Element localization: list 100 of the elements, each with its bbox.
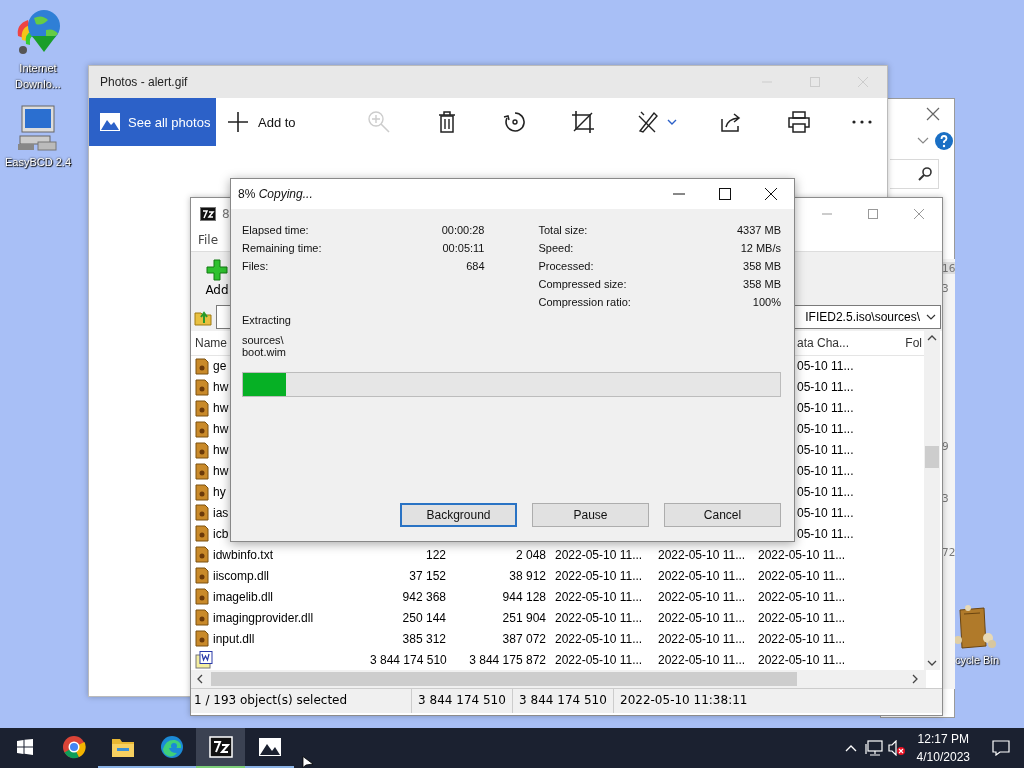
- table-cell-text: 2022-05-10 11...: [554, 547, 644, 562]
- plus-icon: [228, 112, 248, 132]
- file-name: boot.wim: [242, 346, 288, 358]
- table-cell-text: 38 912: [508, 568, 547, 583]
- file-name[interactable]: hw: [213, 380, 229, 395]
- maximize-icon[interactable]: [718, 187, 732, 201]
- window-title: 8: [222, 206, 231, 221]
- recycle-bin-icon[interactable]: [952, 604, 996, 650]
- list-text: 72: [942, 546, 956, 558]
- dialog-button[interactable]: Cancel: [664, 503, 781, 527]
- chevron-up-icon[interactable]: [845, 744, 858, 752]
- file-name[interactable]: imagelib.dll: [213, 589, 274, 604]
- stat-label: Compression ratio:: [538, 296, 632, 308]
- table-cell-text: 05-10 11...: [796, 505, 855, 520]
- stat-label: Remaining time:: [242, 242, 323, 254]
- archive-app-icon: [208, 736, 233, 758]
- chevron-down-icon: [926, 314, 936, 320]
- file-name[interactable]: hw: [213, 422, 229, 437]
- image-icon: [257, 737, 282, 757]
- search-field[interactable]: [890, 159, 939, 189]
- table-cell-text: 2022-05-10 11...: [554, 589, 644, 604]
- table-cell-text: 942 368: [401, 589, 447, 604]
- file-name[interactable]: hy: [213, 485, 226, 499]
- stat-value: 100%: [751, 296, 781, 308]
- dialog-button[interactable]: Background: [400, 503, 517, 527]
- chevron-down-icon: [666, 119, 677, 125]
- table-cell-text: 05-10 11...: [796, 422, 855, 437]
- picture-icon: [100, 113, 120, 131]
- windows-logo-icon: [16, 739, 33, 755]
- stat-label: Files:: [242, 260, 270, 272]
- file-name[interactable]: hw: [213, 443, 229, 458]
- table-cell-text: 2022-05-10 11...: [657, 547, 747, 562]
- table-cell-text: 3 844 174 510: [369, 652, 448, 667]
- mouse-pointer-icon: [302, 756, 314, 768]
- scrollbar-thumb[interactable]: [211, 672, 797, 686]
- chevron-down-icon[interactable]: [917, 137, 929, 145]
- table-cell-text: 2022-05-10 11...: [657, 631, 747, 646]
- table-cell-text: 3 844 175 872: [468, 652, 547, 667]
- table-cell-text: 05-10 11...: [796, 526, 855, 541]
- list-text: 9: [942, 440, 949, 452]
- file-name[interactable]: imagingprovider.dll: [213, 610, 314, 625]
- scroll-down-icon[interactable]: [927, 660, 937, 666]
- file-icon: [195, 483, 209, 501]
- list-text: 3: [942, 282, 949, 294]
- file-name[interactable]: iiscomp.dll: [213, 568, 269, 583]
- file-name[interactable]: hw: [213, 401, 229, 416]
- computer-icon[interactable]: [16, 104, 60, 152]
- dialog-button[interactable]: Pause: [532, 503, 649, 527]
- file-icon: [195, 357, 209, 375]
- volume-muted-icon[interactable]: [888, 740, 907, 756]
- table-cell-text: 122: [424, 547, 447, 562]
- stat-label: Compressed size:: [538, 278, 628, 290]
- column-header[interactable]: Fol: [856, 335, 924, 350]
- scroll-up-icon[interactable]: [927, 335, 937, 341]
- file-name[interactable]: idwbinfo.txt: [213, 547, 274, 562]
- status-text: 1 / 193 object(s) selected: [191, 689, 412, 713]
- table-cell-text: 37 152: [408, 568, 447, 583]
- scroll-left-icon[interactable]: [197, 674, 203, 684]
- table-cell-text: 2022-05-10 11...: [757, 568, 847, 583]
- file-name[interactable]: icb: [213, 526, 229, 541]
- table-cell-text: 2022-05-10 11...: [657, 568, 747, 583]
- table-cell-text: 385 312: [401, 631, 447, 646]
- table-cell-text: 250 144: [401, 610, 447, 625]
- status-text: 2022-05-10 11:38:11: [619, 692, 749, 709]
- notification-icon[interactable]: [992, 740, 1010, 756]
- file-icon: [195, 420, 209, 438]
- stat-label: Processed:: [538, 260, 595, 272]
- network-icon[interactable]: [865, 740, 884, 756]
- close-icon[interactable]: [764, 187, 778, 201]
- stat-label: Elapsed time:: [242, 224, 310, 236]
- table-cell-text: 2022-05-10 11...: [657, 652, 747, 667]
- search-icon: [918, 167, 932, 181]
- taskbar-app-button[interactable]: [196, 728, 245, 768]
- stat-value: 358 MB: [742, 278, 781, 290]
- menu-item[interactable]: File: [191, 233, 226, 247]
- file-name[interactable]: ge: [213, 359, 227, 374]
- table-cell-text: 05-10 11...: [796, 464, 855, 479]
- scroll-right-icon[interactable]: [912, 674, 918, 684]
- table-cell-text: 2022-05-10 11...: [757, 631, 847, 646]
- stat-value: 00:05:11: [441, 242, 485, 254]
- table-cell-text: 2022-05-10 11...: [757, 589, 847, 604]
- help-icon[interactable]: [935, 132, 953, 150]
- browser-swirl-icon: [159, 735, 184, 759]
- dialog-title: 8% Copying...: [238, 187, 314, 201]
- file-icon: [195, 588, 209, 606]
- file-icon: [195, 441, 209, 459]
- list-text: 3: [942, 492, 949, 504]
- file-name[interactable]: hw: [213, 464, 229, 479]
- see-all-photos-button[interactable]: See all photos: [89, 98, 216, 146]
- table-cell-text: 2022-05-10 11...: [554, 610, 644, 625]
- table-cell-text: 05-10 11...: [796, 359, 855, 374]
- add-to-button[interactable]: Add to: [218, 98, 306, 146]
- file-name[interactable]: input.dll: [213, 631, 255, 646]
- table-cell-text: 2 048: [514, 547, 547, 562]
- table-cell-text: 2022-05-10 11...: [554, 652, 644, 667]
- stat-value: 00:00:28: [441, 224, 485, 236]
- table-cell-text: 387 072: [501, 631, 547, 646]
- clock[interactable]: 12:17 PM 4/10/2023: [908, 730, 978, 766]
- scrollbar-thumb[interactable]: [925, 446, 939, 468]
- file-name[interactable]: ias: [213, 505, 229, 520]
